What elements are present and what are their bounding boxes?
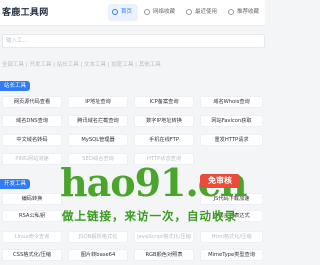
tool-tile[interactable]: HTTP状态查询 (134, 153, 194, 165)
clock-icon (186, 9, 192, 15)
tool-tile[interactable]: 腾讯域名拦截查询 (68, 115, 128, 127)
nav-home[interactable]: 首页 (108, 4, 138, 21)
top-header: 客鹿工具网 首页 网络收藏 最近使用 推荐收藏 (0, 0, 265, 26)
tool-tile[interactable]: PING网站测速 (2, 153, 62, 165)
tool-tile[interactable]: 在线正则表达式 (200, 210, 263, 222)
tool-tile[interactable]: JavaScript格式化/压缩 (134, 231, 194, 243)
star-icon (144, 9, 150, 15)
tool-tile[interactable]: 图片转base64 (68, 249, 128, 261)
tool-tile[interactable]: MimeType类型查询 (200, 249, 263, 261)
tool-tile[interactable]: CSS格式化/压缩 (2, 249, 62, 261)
tool-tile[interactable]: ICP备案查询 (134, 96, 194, 108)
tool-tile[interactable]: Linux命令查询 (2, 231, 62, 243)
tool-tile[interactable]: 编码转换 (2, 193, 62, 205)
tool-tile[interactable]: 手机在线FTP (134, 134, 194, 146)
tool-tile[interactable]: 网站Favicon获取 (200, 115, 263, 127)
nav-home-label: 首页 (121, 9, 133, 15)
nav-favorites-label: 网络收藏 (153, 9, 176, 15)
section-tag-dev-tools: 开发工具 (0, 179, 31, 189)
tool-tile[interactable]: IP地址查询 (68, 96, 128, 108)
nav-favorites[interactable]: 网络收藏 (140, 4, 180, 21)
tool-tile[interactable]: JSON解析格式化 (68, 231, 128, 243)
tool-tile[interactable]: 域名DNS查询 (2, 115, 62, 127)
nav-recommend-label: 推荐收藏 (237, 9, 260, 15)
nav-recommend[interactable]: 推荐收藏 (224, 4, 265, 21)
nav-recent-label: 最近使用 (195, 9, 218, 15)
tool-tile[interactable]: 网页源代码查看 (2, 96, 62, 108)
nav-recent[interactable]: 最近使用 (182, 4, 222, 21)
search-input[interactable]: 输入工... (2, 34, 265, 48)
tool-tile[interactable]: 数字IP地址转换 (134, 115, 194, 127)
thumb-icon (228, 9, 234, 15)
tool-tile[interactable]: RGB颜色对照表 (134, 249, 194, 261)
tool-tile[interactable]: RSA公私钥 (2, 210, 62, 222)
site-brand[interactable]: 客鹿工具网 (2, 5, 49, 18)
home-icon (112, 9, 118, 15)
tool-tile[interactable]: 域名Whois查询 (200, 96, 263, 108)
tool-tile[interactable]: 重发HTTP请求 (200, 134, 263, 146)
watermark-badge: 免审核 (200, 174, 240, 188)
section-tag-site-tools: 站长工具 (0, 81, 31, 91)
tool-tile[interactable]: SEO综合查询 (68, 153, 128, 165)
tool-tile[interactable]: MySQL管理器 (68, 134, 128, 146)
tool-tile[interactable]: JS代码下载加速 (200, 193, 263, 205)
tool-tile[interactable]: Html格式化/压缩 (200, 231, 263, 243)
category-breadcrumb[interactable]: 全部工具 | 开发工具 | 站长工具 | 文本工具 | 加密工具 | 其他工具 (2, 60, 161, 68)
tool-tile[interactable]: 中文域名转码 (2, 134, 62, 146)
